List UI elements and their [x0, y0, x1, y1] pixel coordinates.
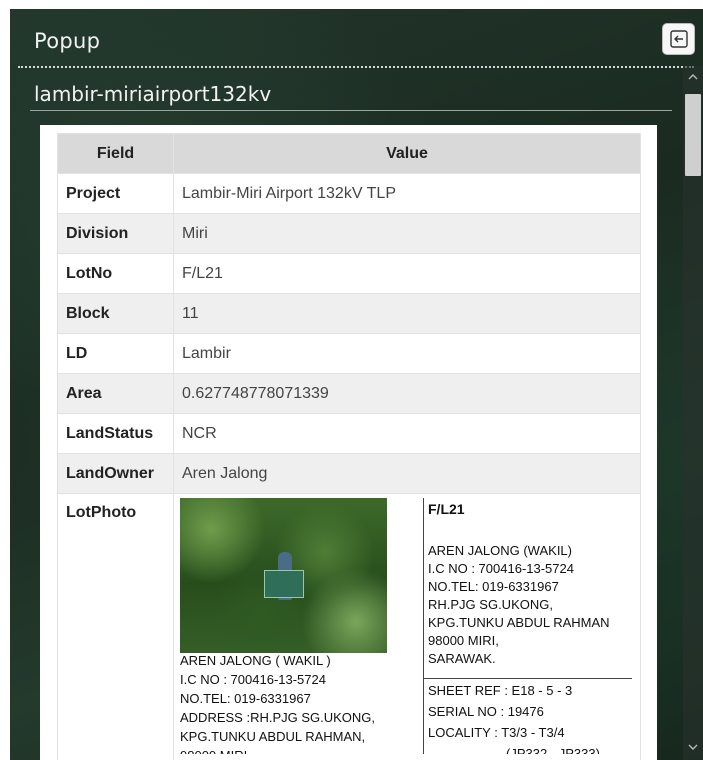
back-button[interactable] [662, 23, 695, 55]
attribute-table: Field Value Project Lambir-Miri Airport … [57, 133, 641, 760]
field-name: LD [57, 333, 174, 374]
signboard [264, 570, 304, 598]
field-name: Division [57, 213, 174, 254]
ref-line: LOCALITY : T3/3 - T3/4 [428, 725, 565, 740]
field-value: 0.627748778071339 [173, 373, 641, 414]
table-row-lotphoto: LotPhoto AREN JALONG ( WAKIL ) I.C NO : … [57, 493, 641, 760]
field-value-photo: AREN JALONG ( WAKIL ) I.C NO : 700416-13… [173, 493, 641, 760]
caption-line: AREN JALONG ( WAKIL ) [180, 653, 331, 668]
table-row: LotNo F/L21 [57, 253, 641, 294]
vertical-scrollbar[interactable] [683, 66, 703, 760]
table-row: Block 11 [57, 293, 641, 334]
caption-line: I.C NO : 700416-13-5724 [180, 672, 326, 687]
ref-line: SERIAL NO : 19476 [428, 704, 544, 719]
owner-line: RH.PJG SG.UKONG, [428, 597, 553, 612]
popup-title: Popup [34, 29, 101, 53]
column-header-field: Field [57, 133, 174, 174]
owner-line: 98000 MIRI, [428, 633, 499, 648]
table-row: LandStatus NCR [57, 413, 641, 454]
column-header-value: Value [173, 133, 641, 174]
caption-line: ADDRESS :RH.PJG SG.UKONG, [180, 710, 376, 725]
table-row: LandOwner Aren Jalong [57, 453, 641, 494]
photo-caption: AREN JALONG ( WAKIL ) I.C NO : 700416-13… [180, 651, 395, 754]
field-value: Lambir-Miri Airport 132kV TLP [173, 173, 641, 214]
table-row: Division Miri [57, 213, 641, 254]
chevron-down-icon[interactable] [683, 738, 703, 756]
field-value: Lambir [173, 333, 641, 374]
field-name: LandOwner [57, 453, 174, 494]
table-row: Area 0.627748778071339 [57, 373, 641, 414]
table-header-row: Field Value [57, 133, 641, 174]
attribute-card: Field Value Project Lambir-Miri Airport … [40, 125, 657, 760]
ref-line: SHEET REF : E18 - 5 - 3 [428, 683, 573, 698]
caption-line: 98000 MIRI, [180, 746, 395, 754]
owner-line: SARAWAK. [428, 651, 496, 666]
arrow-left-box-icon [669, 30, 688, 48]
table-row: LD Lambir [57, 333, 641, 374]
ref-line: (JP332 - JP333) [506, 746, 600, 754]
reference-info: SHEET REF : E18 - 5 - 3 SERIAL NO : 1947… [428, 680, 632, 754]
owner-info: F/L21 AREN JALONG (WAKIL) I.C NO : 70041… [428, 500, 632, 668]
field-name: LotPhoto [57, 493, 174, 760]
owner-line: AREN JALONG (WAKIL) [428, 543, 572, 558]
site-photo-image [180, 498, 387, 653]
field-name: Area [57, 373, 174, 414]
field-value: Aren Jalong [173, 453, 641, 494]
caption-line: NO.TEL: 019-6331967 [180, 691, 311, 706]
owner-line: NO.TEL: 019-6331967 [428, 579, 559, 594]
field-value: NCR [173, 413, 641, 454]
layer-title-underline [30, 110, 672, 111]
table-row: Project Lambir-Miri Airport 132kV TLP [57, 173, 641, 214]
layer-title: lambir-miriairport132kv [34, 82, 272, 106]
popup-panel: Popup lambir-miriairport132kv Field Valu… [10, 9, 703, 760]
chevron-up-icon[interactable] [683, 68, 703, 86]
photo-divider-vertical [423, 498, 424, 754]
lot-photo[interactable]: AREN JALONG ( WAKIL ) I.C NO : 700416-13… [180, 498, 632, 754]
field-name: LotNo [57, 253, 174, 294]
field-value: Miri [173, 213, 641, 254]
header-divider [18, 66, 694, 68]
field-name: Block [57, 293, 174, 334]
owner-line: I.C NO : 700416-13-5724 [428, 561, 574, 576]
owner-line: KPG.TUNKU ABDUL RAHMAN [428, 615, 610, 630]
photo-divider-horizontal [424, 678, 632, 679]
caption-line: KPG.TUNKU ABDUL RAHMAN, [180, 729, 366, 744]
field-name: LandStatus [57, 413, 174, 454]
scrollbar-thumb[interactable] [685, 94, 701, 176]
lot-number: F/L21 [428, 501, 465, 517]
field-value: 11 [173, 293, 641, 334]
field-value: F/L21 [173, 253, 641, 294]
field-name: Project [57, 173, 174, 214]
